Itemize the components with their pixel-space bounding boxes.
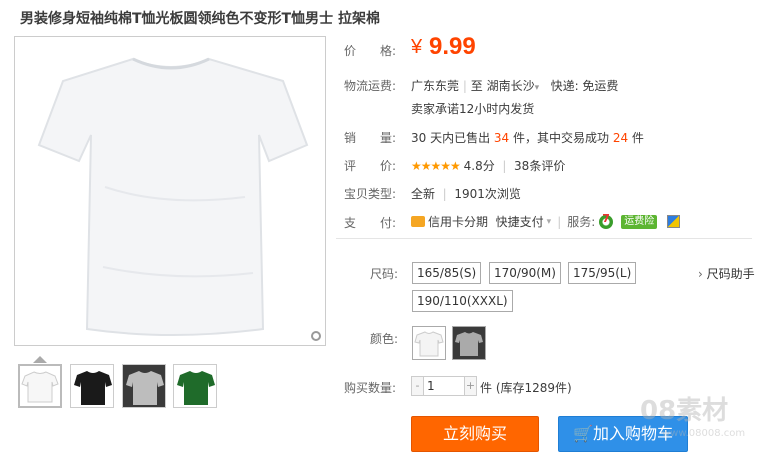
price-value: 9.99 [429,33,476,60]
quantity-input[interactable] [425,377,465,395]
quantity-plus-button[interactable]: + [464,377,476,395]
chevron-right-icon: › [698,267,703,281]
size-helper-label: 尺码助手 [706,267,755,281]
sold-count: 34 [493,131,510,145]
watermark-logo: 08素材 [640,396,729,426]
ship-to-select[interactable]: 湖南长沙 [487,79,535,93]
logistics-label: 物流运费: [344,79,397,93]
sales-row: 30 天内已售出 34 件，其中交易成功 24 件 [411,129,644,146]
payment-row: 信用卡分期 快捷支付 ▾ | 服务: 7 运费险 [411,211,681,230]
size-label: 尺码: [370,267,399,281]
white-tshirt-image [37,57,309,336]
sales-text: 件 [628,131,644,145]
cart-icon: 🛒 [573,424,593,443]
thumbnail-green-shirt[interactable] [173,364,217,408]
quantity-stepper: - + [411,376,477,396]
rating-label: 评 价: [344,159,397,173]
divider: | [462,79,467,93]
grey-shirt-thumb-icon [123,365,165,407]
currency-symbol: ¥ [411,36,423,58]
ship-from: 广东东莞 [411,79,460,93]
credit-installment-link[interactable]: 信用卡分期 [428,213,488,230]
chevron-down-icon[interactable]: ▾ [547,217,552,227]
chevron-down-icon[interactable]: ▾ [535,83,540,93]
item-type-label: 宝贝类型: [344,187,397,201]
buy-now-button[interactable]: 立刻购买 [411,416,539,452]
thumb-pointer-icon [33,356,47,363]
success-count: 24 [612,131,629,145]
size-option-s[interactable]: 165/85(S) [412,262,482,284]
color-swatch-grey[interactable] [452,326,486,360]
sales-label: 销 量: [344,131,397,145]
thumbnail-black-shirt[interactable] [70,364,114,408]
rating-row: ★★★★★ 4.8分 | 38条评价 [411,157,565,174]
size-helper-link[interactable]: › 尺码助手 [698,265,755,282]
item-type-row: 全新 | 1901次浏览 [411,185,521,202]
stock-text: 件 (库存1289件) [480,381,572,395]
color-label: 颜色: [370,332,399,346]
logistics-row: 广东东莞 | 至 湖南长沙▾ 快递: 免运费 [411,77,618,94]
thumbnail-grey-shirt[interactable] [122,364,166,408]
quantity-minus-button[interactable]: - [412,377,424,395]
watermark-url: www.08008.com [662,428,746,439]
condition: 全新 [411,187,436,201]
credit-card-icon [411,216,425,227]
quantity-label: 购买数量: [344,381,397,395]
service-label: 服务: [567,215,596,229]
sales-text: 30 天内已售出 [411,131,494,145]
green-shirt-thumb-icon [174,365,216,407]
divider: | [442,187,447,201]
zoom-icon[interactable] [311,331,321,341]
white-shirt-thumb-icon [21,371,59,403]
to-label: 至 [470,79,483,93]
size-option-xxxl[interactable]: 190/110(XXXL) [412,290,513,312]
section-divider [336,238,752,239]
quick-pay-link[interactable]: 快捷支付 [496,213,544,230]
black-shirt-thumb-icon [71,365,113,407]
size-option-m[interactable]: 170/90(M) [489,262,561,284]
grey-swatch-icon [453,327,485,359]
rating-stars-icon: ★★★★★ [411,159,461,173]
ship-promise: 卖家承诺12小时内发货 [411,102,535,116]
divider: | [557,214,562,229]
payment-label: 支 付: [344,216,397,230]
size-option-l[interactable]: 175/95(L) [568,262,637,284]
reviews-link[interactable]: 38条评价 [514,159,565,173]
seven-day-return-icon[interactable]: 7 [599,211,614,229]
color-swatch-white[interactable] [412,326,446,360]
product-title: 男装修身短袖纯棉T恤光板圆领纯色不变形T恤男士 拉架棉 [20,11,380,27]
price-label: 价 格: [344,44,397,58]
rating-score: 4.8分 [463,159,495,173]
express-fee: 快递: 免运费 [550,79,619,93]
white-swatch-icon [413,327,445,359]
main-product-image[interactable] [14,36,326,346]
divider: | [502,159,507,173]
guarantee-icon[interactable] [667,215,681,228]
freight-insurance-badge[interactable]: 运费险 [621,214,658,229]
thumbnail-white-shirt[interactable] [18,364,62,408]
sales-text: 件，其中交易成功 [509,131,613,145]
view-count: 1901次浏览 [454,187,521,201]
seven-day-digit: 7 [602,211,610,225]
